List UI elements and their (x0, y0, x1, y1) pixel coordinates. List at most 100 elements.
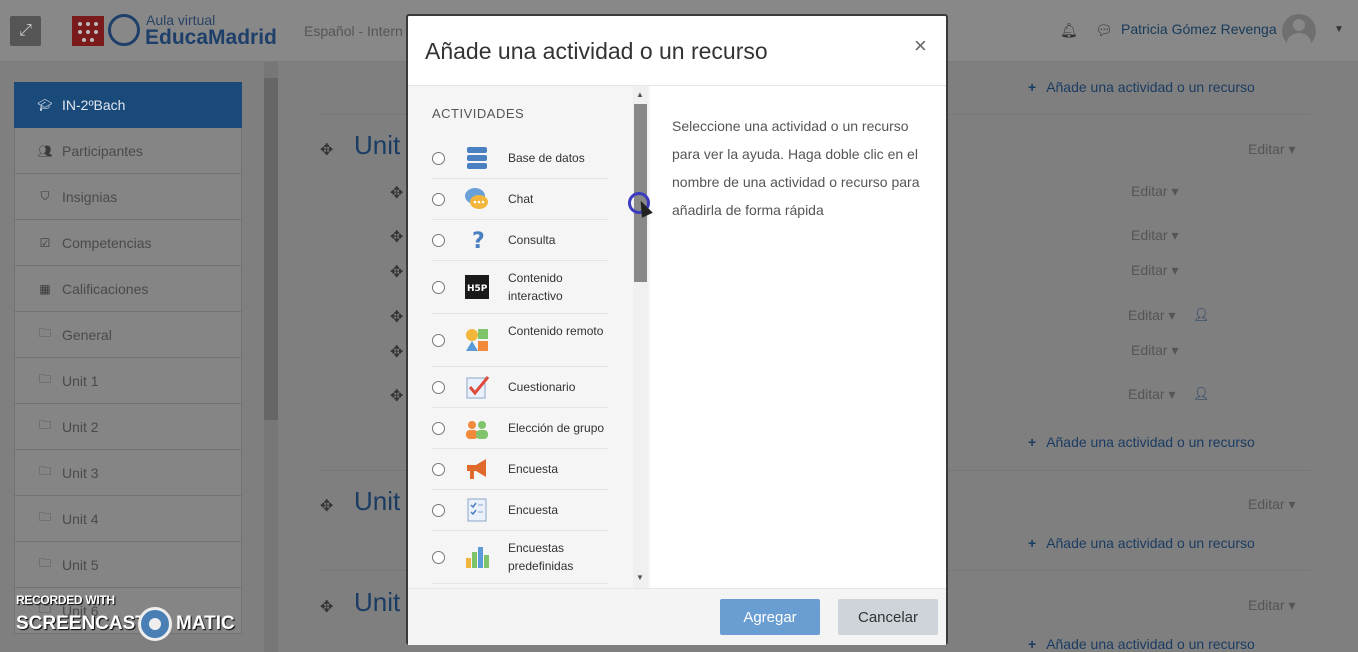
screencast-logo-icon (138, 607, 172, 641)
sidebar-item-unit-1[interactable]: 🗀 Unit 1 (14, 358, 242, 404)
bell-icon[interactable]: 🔔︎ (1060, 22, 1078, 39)
sidebar-item-insignias[interactable]: ⛉ Insignias (14, 174, 242, 220)
move-icon[interactable]: ✥ (390, 386, 403, 406)
activity-option-chat[interactable]: Chat (432, 179, 608, 220)
activity-option-encuesta-2[interactable]: Encuesta (432, 490, 608, 531)
close-icon[interactable]: × (914, 33, 927, 59)
user-name[interactable]: Patricia Gómez Revenga (1121, 21, 1277, 37)
dialog-footer: Agregar Cancelar (408, 588, 946, 645)
move-icon[interactable]: ✥ (320, 496, 333, 516)
move-icon[interactable]: ✥ (390, 183, 403, 203)
edit-menu[interactable]: Editar ▾ (1131, 262, 1179, 279)
add-button[interactable]: Agregar (720, 599, 820, 635)
chevron-down-icon[interactable]: ▼ (1334, 24, 1344, 35)
add-activity-link[interactable]: + Añade una actividad o un recurso (1028, 636, 1255, 652)
scroll-down-arrow-icon[interactable]: ▼ (636, 573, 644, 582)
h5p-icon: H5P (465, 275, 489, 299)
avatar[interactable] (1282, 14, 1316, 48)
expand-icon[interactable]: ⤢ (10, 16, 41, 46)
user-icon[interactable]: 👤︎ (1193, 307, 1210, 323)
sidebar-item-unit-3[interactable]: 🗀 Unit 3 (14, 450, 242, 496)
activity-option-consulta[interactable]: ? Consulta (432, 220, 608, 261)
add-activity-link[interactable]: + Añade una actividad o un recurso (1028, 79, 1255, 95)
move-icon[interactable]: ✥ (390, 307, 403, 327)
sidebar-item-competencias[interactable]: ☑ Competencias (14, 220, 242, 266)
sidebar-item-calificaciones[interactable]: ▦ Calificaciones (14, 266, 242, 312)
activity-radio[interactable] (432, 152, 445, 165)
move-icon[interactable]: ✥ (390, 342, 403, 362)
section-title[interactable]: Unit (354, 587, 400, 618)
activity-radio[interactable] (432, 281, 445, 294)
move-icon[interactable]: ✥ (390, 227, 403, 247)
folder-icon: 🗀 (38, 510, 51, 524)
edit-menu[interactable]: Editar ▾ (1131, 227, 1179, 244)
move-icon[interactable]: ✥ (320, 140, 333, 160)
sidebar-item-unit-4[interactable]: 🗀 Unit 4 (14, 496, 242, 542)
add-activity-link[interactable]: + Añade una actividad o un recurso (1028, 535, 1255, 551)
edit-menu[interactable]: Editar ▾ (1248, 141, 1296, 158)
plus-icon: + (1028, 434, 1037, 450)
educamadrid-logo[interactable]: Aula virtual EducaMadrid (72, 12, 282, 49)
activity-radio[interactable] (432, 422, 445, 435)
educamadrid-star-icon (108, 14, 140, 46)
madrid-flag-icon (72, 16, 104, 46)
activity-chooser-dialog: Añade una actividad o un recurso × ACTIV… (406, 14, 948, 645)
move-icon[interactable]: ✥ (390, 262, 403, 282)
edit-menu[interactable]: Editar ▾ (1131, 183, 1179, 200)
folder-icon: 🗀 (38, 326, 51, 340)
watermark-top-text: RECORDED WITH (16, 593, 115, 607)
add-activity-link[interactable]: + Añade una actividad o un recurso (1028, 434, 1255, 450)
sidebar-item-course[interactable]: 🎓︎ IN-2ºBach (14, 82, 242, 128)
sidebar-item-general[interactable]: 🗀 General (14, 312, 242, 358)
sidebar-item-label: IN-2ºBach (62, 97, 126, 113)
checkbox-icon: ☑ (39, 235, 51, 250)
course-sidebar: 🎓︎ IN-2ºBach 👥︎ Participantes ⛉ Insignia… (14, 82, 242, 652)
watermark-right-text: MATIC (176, 613, 235, 634)
plus-icon: + (1028, 535, 1037, 551)
edit-menu[interactable]: Editar ▾ (1128, 386, 1176, 403)
sidebar-item-unit-2[interactable]: 🗀 Unit 2 (14, 404, 242, 450)
help-text: Seleccione una actividad o un recurso pa… (672, 118, 920, 218)
activity-option-base-de-datos[interactable]: Base de datos (432, 138, 608, 179)
section-title[interactable]: Unit (354, 486, 400, 517)
plus-icon: + (1028, 79, 1037, 95)
activity-radio[interactable] (432, 193, 445, 206)
language-selector[interactable]: Español - Intern (304, 23, 403, 39)
user-icon[interactable]: 👤︎ (1193, 386, 1210, 402)
database-icon (467, 147, 487, 169)
activity-radio[interactable] (432, 334, 445, 347)
activity-option-eleccion-de-grupo[interactable]: Elección de grupo (432, 408, 608, 449)
chat-bubbles-icon (465, 188, 488, 209)
group-icon (466, 421, 488, 439)
sidebar-scrollbar-thumb[interactable] (264, 78, 278, 420)
sidebar-item-unit-5[interactable]: 🗀 Unit 5 (14, 542, 242, 588)
scroll-up-arrow-icon[interactable]: ▲ (636, 90, 644, 99)
megaphone-icon (467, 459, 486, 479)
activity-radio[interactable] (432, 234, 445, 247)
activity-option-contenido-remoto[interactable]: Contenido remoto (432, 314, 608, 367)
activity-radio[interactable] (432, 551, 445, 564)
folder-icon: 🗀 (38, 418, 51, 432)
edit-menu[interactable]: Editar ▾ (1128, 307, 1176, 324)
edit-menu[interactable]: Editar ▾ (1248, 597, 1296, 614)
cancel-button[interactable]: Cancelar (838, 599, 938, 635)
activity-option-encuesta[interactable]: Encuesta (432, 449, 608, 490)
sidebar-item-label: Unit 2 (62, 418, 99, 435)
edit-menu[interactable]: Editar ▾ (1248, 496, 1296, 513)
activity-option-contenido-interactivo[interactable]: H5P Contenido interactivo (432, 261, 608, 314)
message-icon[interactable]: 💬︎ (1095, 22, 1113, 39)
activity-radio[interactable] (432, 504, 445, 517)
sidebar-item-participantes[interactable]: 👥︎ Participantes (14, 128, 242, 174)
activity-option-cuestionario[interactable]: Cuestionario (432, 367, 608, 408)
folder-icon: 🗀 (38, 464, 51, 478)
table-icon: ▦ (39, 281, 51, 296)
edit-menu[interactable]: Editar ▾ (1131, 342, 1179, 359)
activity-radio[interactable] (432, 381, 445, 394)
graduation-cap-icon: 🎓︎ (37, 98, 53, 112)
sidebar-item-label: Calificaciones (62, 280, 149, 297)
activity-option-encuestas-predefinidas[interactable]: Encuestas predefinidas (432, 531, 608, 584)
section-title[interactable]: Unit (354, 130, 400, 161)
move-icon[interactable]: ✥ (320, 597, 333, 617)
sidebar-item-label: Insignias (62, 188, 118, 205)
activity-radio[interactable] (432, 463, 445, 476)
